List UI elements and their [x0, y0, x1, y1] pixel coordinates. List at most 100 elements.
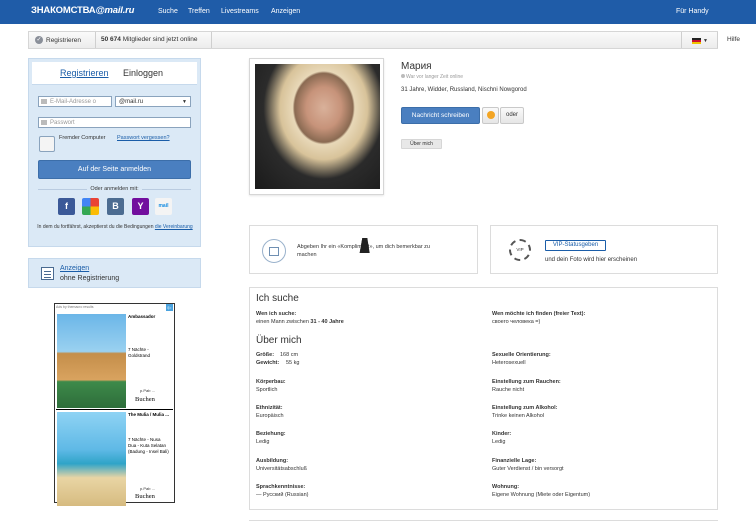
whom-value-prefix: einen Mann zwischen — [256, 319, 311, 325]
detail-value: Rauche nicht — [492, 387, 525, 393]
nav-suche[interactable]: Suche — [158, 8, 178, 15]
nav-anzeigen[interactable]: Anzeigen — [271, 8, 300, 15]
nav-livestreams[interactable]: Livestreams — [221, 8, 259, 15]
password-field[interactable]: Passwort — [38, 117, 191, 128]
or-login-with: Oder anmelden mit: — [29, 186, 200, 192]
search-section-title: Ich suche — [256, 293, 299, 304]
remember-checkbox[interactable] — [39, 136, 55, 152]
mobile-version-link[interactable]: Für Handy — [676, 8, 709, 15]
detail-value: Trinke keinen Alkohol — [492, 413, 545, 419]
detail-label: Kinder: — [492, 431, 512, 437]
vip-status-button[interactable]: VIP-Statusgeben — [545, 240, 606, 251]
domain-value: @mail.ru — [119, 99, 144, 105]
nav-treffen[interactable]: Treffen — [188, 8, 210, 15]
profile-photo-frame — [249, 58, 384, 195]
vk-icon[interactable]: B — [107, 198, 124, 215]
detail-value: своего человека =) — [492, 319, 541, 325]
about-me-chip[interactable]: Über mich — [401, 139, 442, 149]
detail-value: — Русский (Russian) — [256, 492, 309, 498]
detail-value: Eigene Wohnung (Miete oder Eigentum) — [492, 492, 591, 498]
divider — [56, 409, 173, 410]
online-status-text: War vor langer Zeit online — [406, 74, 464, 80]
domain-select[interactable]: @mail.ru ▼ — [115, 96, 191, 107]
mail-icon — [41, 99, 47, 104]
chevron-down-icon[interactable]: ▼ — [703, 38, 708, 44]
terms-prefix: In dem du fortfährst, akzeptierst du die… — [37, 224, 155, 230]
google-icon[interactable] — [82, 198, 99, 215]
ad-price: p.Pab ... — [140, 486, 155, 491]
vip-text: und dein Foto wird hier erscheinen — [545, 257, 638, 263]
detail-value: Europäisch — [256, 413, 284, 419]
profile-photo[interactable] — [255, 64, 380, 189]
password-placeholder: Passwort — [50, 120, 75, 126]
facebook-icon[interactable]: f — [58, 198, 75, 215]
email-field[interactable]: E-Mail-Adresse o — [38, 96, 112, 107]
ad-header: Ads by themacro results — [56, 305, 94, 309]
gift-icon — [262, 239, 286, 263]
detail-label: Gewicht: — [256, 360, 280, 366]
online-status: War vor langer Zeit online — [401, 74, 463, 80]
whom-value-age: 31 - 40 Jahre — [310, 319, 344, 325]
or-login-with-label: Oder anmelden mit: — [87, 186, 142, 192]
profile-name: Мария — [401, 61, 432, 72]
adchoices-icon[interactable]: i▷ — [166, 304, 173, 311]
smiley-icon — [487, 111, 495, 119]
ad-title[interactable]: The Mulia / Mulia ... — [128, 412, 169, 417]
write-message-button[interactable]: Nachricht schreiben — [401, 107, 480, 124]
detail-label: Sprachkenntnisse: — [256, 484, 306, 490]
german-flag-icon[interactable] — [692, 38, 701, 44]
book-link[interactable]: Buchen — [135, 493, 155, 500]
ad-title[interactable]: Ambassador — [128, 314, 155, 319]
mailru-icon[interactable]: mail — [155, 198, 172, 215]
detail-label: Größe: — [256, 352, 275, 358]
forgot-password-link[interactable]: Passwort vergessen? — [117, 135, 170, 141]
detail-value: Heterosexuell — [492, 360, 526, 366]
logo-text: ЗНАКОМСТВА — [31, 5, 96, 16]
detail-value: Guter Verdienst / bin versorgt — [492, 466, 564, 472]
ad-price: p.Pab ... — [140, 388, 155, 393]
register-label: Registrieren — [46, 36, 82, 44]
book-link[interactable]: Buchen — [135, 396, 155, 403]
members-number: 50 674 — [101, 36, 121, 43]
detail-value: einen Mann zwischen 31 - 40 Jahre — [256, 319, 344, 325]
status-dot-icon — [401, 74, 405, 78]
yahoo-icon[interactable]: Y — [132, 198, 149, 215]
site-logo[interactable]: ЗНАКОМСТВА@mail.ru — [31, 5, 134, 16]
wink-button[interactable] — [482, 107, 499, 124]
detail-label: Wohnung: — [492, 484, 520, 490]
or-button[interactable]: oder — [500, 107, 524, 124]
divider — [717, 32, 718, 48]
document-icon — [41, 267, 54, 280]
anonymous-browse-text: ohne Registrierung — [60, 275, 120, 282]
tab-login[interactable]: Einloggen — [123, 68, 163, 78]
hotel-image[interactable] — [57, 314, 126, 408]
anonymous-browse-link[interactable]: Anzeigen — [60, 265, 89, 272]
detail-value: 55 kg — [286, 360, 300, 366]
detail-label: Sexuelle Orientierung: — [492, 352, 551, 358]
login-button[interactable]: Auf der Seite anmelden — [38, 160, 191, 179]
tab-register[interactable]: Registrieren — [60, 68, 109, 78]
detail-value: Universitätsabschluß — [256, 466, 308, 472]
detail-label: Ausbildung: — [256, 458, 289, 464]
lock-icon — [41, 120, 47, 125]
online-members-count: 50 674 Mitglieder sind jetzt online — [101, 36, 198, 43]
advertisement[interactable]: Ads by themacro results i▷ Ambassador 7 … — [54, 303, 175, 506]
divider — [249, 520, 718, 521]
terms-link[interactable]: die Vereinbarung — [155, 224, 193, 230]
ad-text: Dua - Kuta Selatan (Badung - Insel Bali) — [128, 443, 169, 454]
help-link[interactable]: Hilfe — [727, 36, 740, 43]
ad-text: Goldstrand — [128, 353, 151, 358]
compliment-text: Abgeben Ihr ein «Kompliment», um dich be… — [297, 244, 430, 258]
logo-mail-text: @mail.ru — [95, 5, 135, 16]
hotel-image[interactable] — [57, 412, 126, 506]
register-link[interactable]: ✓ Registrieren — [35, 36, 81, 44]
anonymous-browse-panel[interactable]: Anzeigen ohne Registrierung — [28, 258, 201, 288]
login-panel: Registrieren Einloggen E-Mail-Adresse o … — [28, 58, 201, 247]
chevron-down-icon: ▼ — [182, 99, 187, 105]
detail-label: Beziehung: — [256, 431, 286, 437]
top-navigation-bar: ЗНАКОМСТВА@mail.ru Suche Treffen Livestr… — [0, 0, 756, 24]
detail-value: Sportlich — [256, 387, 278, 393]
detail-label: Wen möchte ich finden (freier Text): — [492, 311, 586, 317]
detail-value: 168 cm — [280, 352, 299, 358]
detail-label: Finanzielle Lage: — [492, 458, 537, 464]
